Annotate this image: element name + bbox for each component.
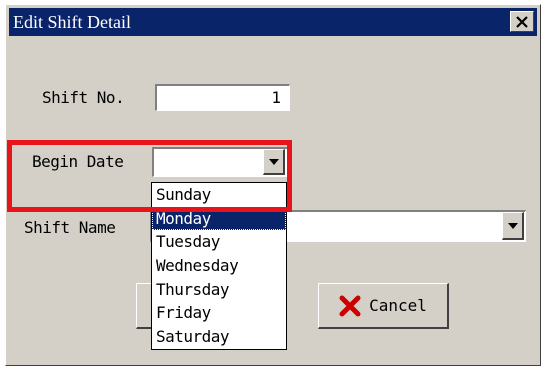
shift-name-label: Shift Name (24, 218, 116, 237)
cancel-label: Cancel (369, 296, 427, 315)
cancel-button[interactable]: Cancel (318, 283, 449, 329)
begin-date-dropdown-list[interactable]: Sunday Monday Tuesday Wednesday Thursday Frid… (151, 182, 287, 350)
dropdown-option[interactable]: Thursday (152, 278, 286, 302)
dropdown-option[interactable]: Tuesday (152, 230, 286, 254)
dropdown-option[interactable]: Sunday (152, 183, 286, 207)
dropdown-option[interactable]: Saturday (152, 325, 286, 349)
close-icon (516, 15, 528, 28)
begin-date-dropdown-button[interactable] (263, 149, 285, 175)
shift-name-dropdown-button[interactable] (502, 212, 524, 240)
cross-icon (339, 295, 361, 316)
chevron-down-icon (268, 158, 279, 165)
shift-no-value: 1 (271, 88, 281, 107)
begin-date-label: Begin Date (32, 152, 124, 171)
window-title: Edit Shift Detail (13, 12, 131, 32)
dropdown-option[interactable]: Friday (152, 301, 286, 325)
close-button[interactable] (510, 11, 534, 32)
shift-no-label: Shift No. (42, 88, 125, 107)
dropdown-option[interactable]: Monday (152, 206, 286, 231)
chevron-down-icon (507, 222, 518, 229)
dropdown-option[interactable]: Wednesday (152, 254, 286, 278)
title-bar: Edit Shift Detail (9, 8, 537, 36)
shift-no-input[interactable]: 1 (155, 84, 290, 111)
